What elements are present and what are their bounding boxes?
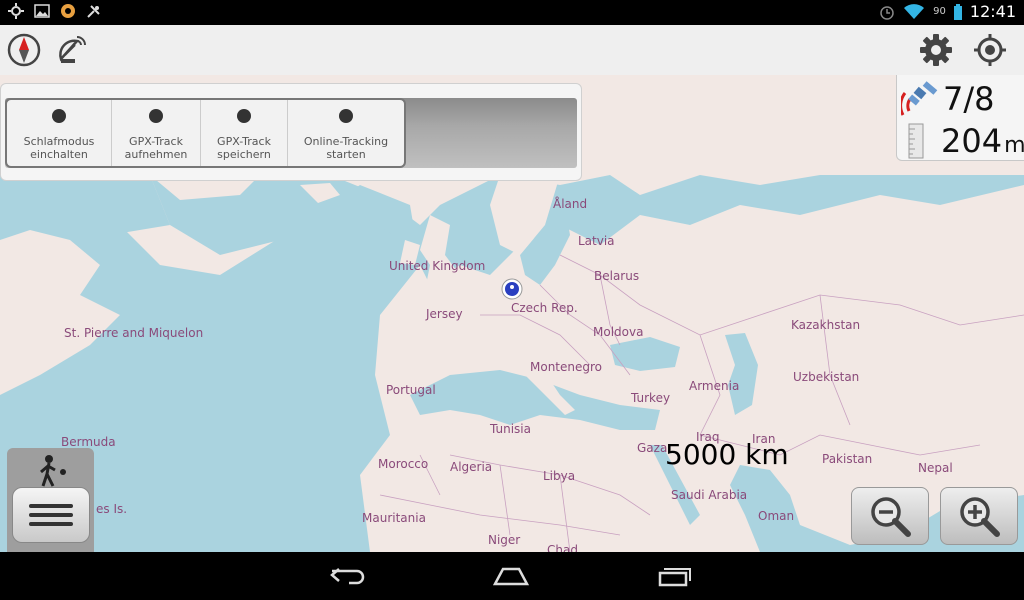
map-label-pakistan: Pakistan (822, 452, 873, 466)
battery-percent: 90 (933, 6, 946, 17)
main-menu-button[interactable] (12, 487, 90, 543)
altitude-row: 204 m (901, 121, 1024, 161)
satellite-count-row: 7/8 (901, 79, 995, 119)
back-button[interactable] (328, 562, 368, 590)
tracking-popup-panel: Schlafmodus einchalten GPX-Track aufnehmen… (0, 83, 582, 181)
home-button[interactable] (491, 562, 531, 590)
app-notification-icon (61, 4, 75, 18)
system-navigation-bar (0, 552, 1024, 600)
map-label-montenegro: Montenegro (530, 360, 603, 374)
image-notification-icon (34, 4, 50, 18)
app-toolbar (0, 25, 1024, 76)
map-label-islands: es Is. (96, 502, 128, 516)
map-label-chad: Chad (547, 543, 578, 552)
map-label-morocco: Morocco (378, 457, 429, 471)
map-label-aland: Åland (553, 197, 588, 211)
menu-item-save-gpx[interactable]: GPX-Track speichern (201, 100, 288, 166)
map-label-belarus: Belarus (594, 269, 640, 283)
menu-item-label: Schlafmodus (23, 135, 95, 148)
map-label-saudi-arabia: Saudi Arabia (671, 488, 748, 502)
wifi-icon (904, 3, 925, 19)
satellite-icon (901, 81, 938, 116)
map-label-united-kingdom: United Kingdom (389, 259, 486, 273)
menu-item-label: GPX-Track (129, 135, 183, 148)
map-label-armenia: Armenia (689, 379, 740, 393)
settings-button[interactable] (918, 32, 954, 68)
clock: 12:41 (969, 2, 1016, 21)
menu-item-label: speichern (217, 148, 271, 161)
altitude-unit: m (1004, 132, 1024, 158)
map-label-oman: Oman (758, 509, 795, 523)
hamburger-menu-icon (29, 513, 73, 517)
map-label-latvia: Latvia (578, 234, 615, 248)
back-icon (330, 568, 365, 585)
home-icon (492, 567, 530, 586)
popup-menu-items: Schlafmodus einchalten GPX-Track aufnehmen… (5, 98, 406, 168)
popup-menu-tray: Schlafmodus einchalten GPX-Track aufnehmen… (5, 98, 577, 168)
menu-item-label: starten (326, 148, 366, 161)
recent-apps-button[interactable] (654, 562, 694, 590)
hamburger-menu-icon (29, 504, 73, 508)
menu-item-label: aufnehmen (124, 148, 188, 161)
gps-info-panel: 7/8 204 m (896, 75, 1024, 161)
ruler-icon (908, 123, 924, 159)
system-status: 90 12:41 (879, 2, 1016, 21)
notification-icons (8, 3, 102, 19)
map-label-uzbekistan: Uzbekistan (793, 370, 860, 384)
map-label-mauritania: Mauritania (362, 511, 426, 525)
menu-item-label: einchalten (30, 148, 88, 161)
hamburger-menu-icon (29, 522, 73, 526)
satellite-count: 7/8 (943, 80, 995, 118)
map-label-moldova: Moldova (593, 325, 644, 339)
map-label-portugal: Portugal (386, 383, 436, 397)
alarm-icon (880, 5, 894, 20)
menu-item-record-gpx[interactable]: GPX-Track aufnehmen (112, 100, 201, 166)
gear-icon (920, 34, 952, 66)
map-label-gaza: Gaza (637, 441, 668, 455)
menu-item-dot-icon (237, 109, 251, 123)
map-label-st-pierre: St. Pierre and Miquelon (64, 326, 204, 340)
map-label-bermuda: Bermuda (61, 435, 116, 449)
menu-item-sleep-mode[interactable]: Schlafmodus einchalten (7, 100, 112, 166)
satellite-dish-icon (59, 36, 86, 63)
menu-item-dot-icon (52, 109, 66, 123)
menu-item-dot-icon (149, 109, 163, 123)
map-label-kazakhstan: Kazakhstan (791, 318, 861, 332)
map-label-niger: Niger (488, 533, 521, 547)
zoom-in-button[interactable] (940, 487, 1018, 545)
map-scale-label: 5000 km (665, 438, 789, 471)
status-bar: 90 12:41 (0, 0, 1024, 25)
recent-apps-icon (658, 568, 691, 587)
satellite-notification-icon (87, 5, 100, 18)
zoom-in-icon (960, 497, 1000, 537)
gps-status-icon (8, 3, 24, 19)
current-position-icon[interactable] (500, 277, 524, 301)
menu-item-online-tracking[interactable]: Online-Tracking starten (288, 100, 404, 166)
map-label-libya: Libya (543, 469, 576, 483)
satellite-dish-button[interactable] (54, 32, 90, 68)
locate-button[interactable] (972, 32, 1008, 68)
zoom-out-button[interactable] (851, 487, 929, 545)
menu-item-label: Online-Tracking (303, 135, 389, 148)
map-label-nepal: Nepal (918, 461, 953, 475)
menu-item-dot-icon (339, 109, 353, 123)
map-label-jersey: Jersey (426, 307, 463, 321)
altitude-value: 204 (941, 122, 1003, 160)
walking-person-icon[interactable] (33, 454, 69, 488)
battery-icon (953, 3, 962, 20)
compass-icon (7, 33, 41, 67)
crosshair-icon (974, 34, 1006, 66)
map-label-algeria: Algeria (450, 460, 493, 474)
map-label-turkey: Turkey (631, 391, 671, 405)
map-label-tunisia: Tunisia (490, 422, 531, 436)
compass-button[interactable] (6, 32, 42, 68)
zoom-out-icon (871, 497, 911, 537)
map-label-czech-rep: Czech Rep. (511, 301, 578, 315)
menu-item-label: GPX-Track (217, 135, 271, 148)
